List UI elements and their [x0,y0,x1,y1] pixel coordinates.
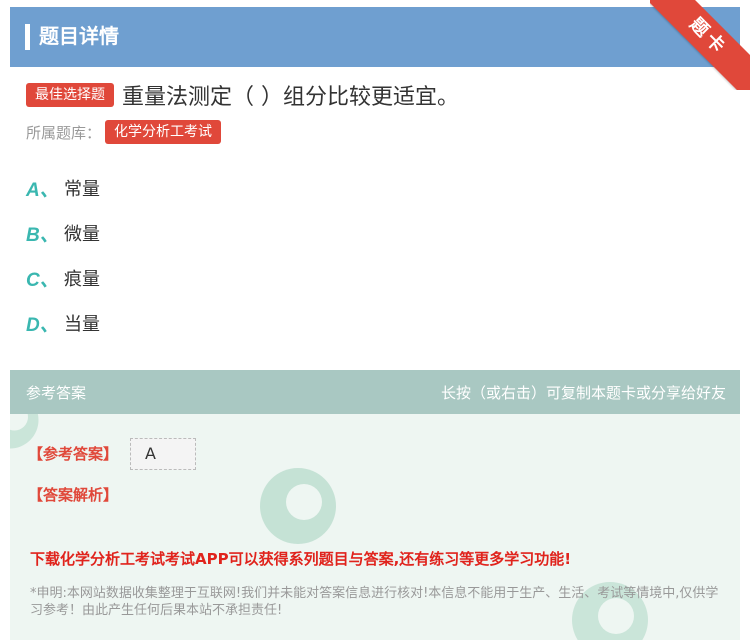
question-card-ribbon[interactable]: 题卡 [650,0,750,90]
option-b[interactable]: B、 微量 [26,218,100,248]
page-header: 题目详情 [10,7,740,67]
watermark-logo-icon [260,468,336,544]
answer-image: A [130,438,196,470]
option-text: 微量 [64,224,100,245]
copy-hint: 长按（或右击）可复制本题卡或分享给好友 [440,384,726,402]
header-title: 题目详情 [39,24,119,48]
answer-panel-header: 参考答案 长按（或右击）可复制本题卡或分享给好友 [10,370,740,414]
bank-label: 所属题库： [26,123,102,142]
question-text: 重量法测定（ ）组分比较更适宜。 [122,85,459,110]
question-bank-line: 所属题库： 化学分析工考试 [26,120,222,144]
option-letter: C、 [26,269,59,291]
disclaimer-text: *申明:本网站数据收集整理于互联网!我们并未能对答案信息进行核对!本信息不能用于… [30,586,719,618]
option-letter: B、 [26,224,59,246]
option-text: 痕量 [64,269,100,290]
app-promo-link[interactable]: 下载化学分析工考试考试APP可以获得系列题目与答案,还有练习等更多学习功能! [30,548,571,569]
option-text: 常量 [64,179,100,200]
ribbon-label[interactable]: 题卡 [650,0,750,90]
option-a[interactable]: A、 常量 [26,173,100,203]
reference-answer-label: 【参考答案】 [28,445,119,463]
option-text: 当量 [64,314,100,335]
option-letter: A、 [26,179,59,201]
question-line: 最佳选择题 重量法测定（ ）组分比较更适宜。 [26,80,459,110]
question-type-tag: 最佳选择题 [26,83,114,107]
option-c[interactable]: C、 痕量 [26,263,100,293]
answer-panel: 参考答案 长按（或右击）可复制本题卡或分享给好友 【参考答案】 A 【答案解析】… [10,370,740,640]
option-letter: D、 [26,314,59,336]
bank-tag[interactable]: 化学分析工考试 [105,120,222,144]
header-accent-bar [25,24,30,50]
option-d[interactable]: D、 当量 [26,308,100,338]
answer-panel-title: 参考答案 [26,384,87,402]
analysis-label: 【答案解析】 [28,486,119,504]
